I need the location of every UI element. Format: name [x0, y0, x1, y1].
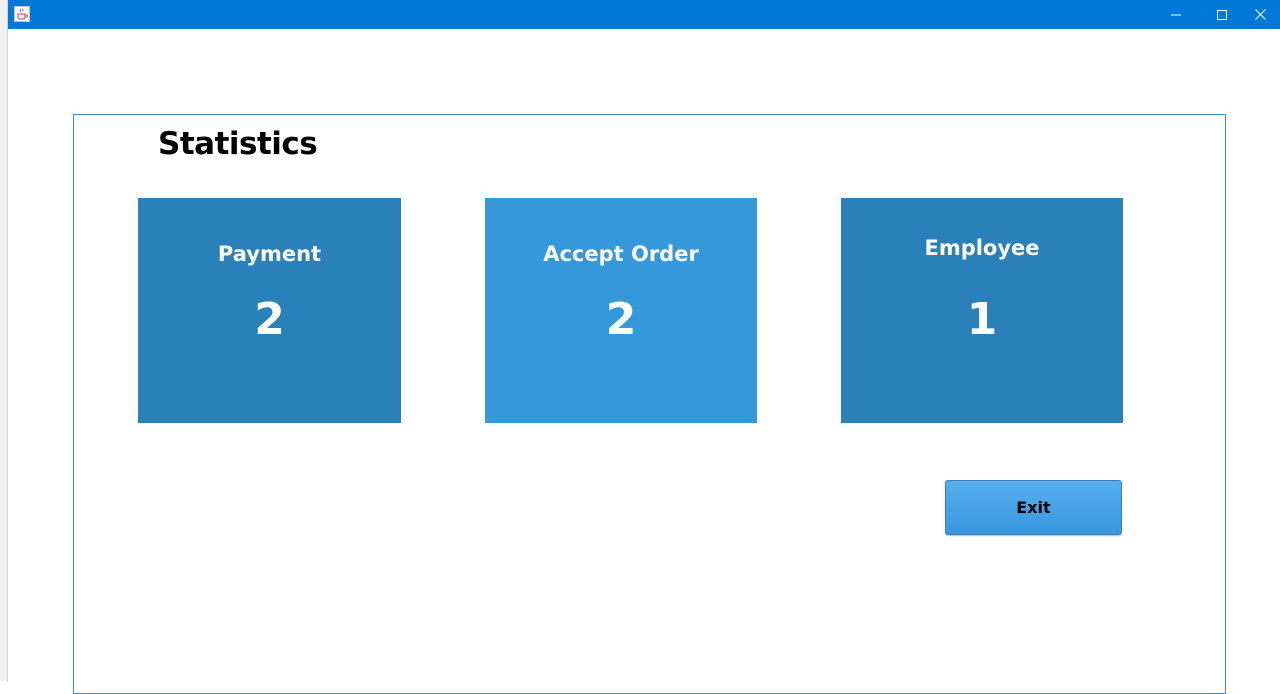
employee-card: Employee 1	[841, 198, 1123, 423]
background-window-edge	[0, 0, 8, 681]
title-bar[interactable]	[8, 0, 1280, 29]
minimize-icon	[1171, 14, 1181, 15]
exit-button[interactable]: Exit	[945, 480, 1122, 535]
payment-card-value: 2	[254, 294, 285, 345]
maximize-button[interactable]	[1199, 0, 1245, 29]
close-icon	[1254, 9, 1266, 20]
accept-order-card-value: 2	[605, 294, 637, 345]
employee-card-value: 1	[966, 294, 998, 345]
accept-order-card: Accept Order 2	[485, 198, 757, 423]
java-cup-icon	[14, 6, 30, 22]
payment-card-label: Payment	[217, 242, 322, 266]
employee-card-label: Employee	[924, 236, 1040, 260]
close-button[interactable]	[1240, 0, 1280, 29]
minimize-button[interactable]	[1153, 0, 1199, 29]
maximize-icon	[1217, 9, 1227, 20]
payment-card: Payment 2	[138, 198, 401, 423]
accept-order-card-label: Accept Order	[543, 242, 699, 266]
app-window: Statistics Payment 2 Accept Order 2 Empl…	[0, 0, 1280, 694]
page-title: Statistics	[158, 126, 318, 162]
